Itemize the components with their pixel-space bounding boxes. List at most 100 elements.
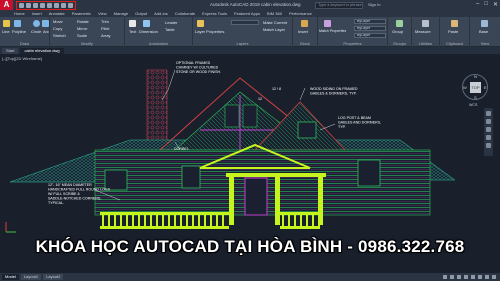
tab-layout2[interactable]: Layout2: [43, 274, 64, 280]
tab-express-tools[interactable]: Express Tools: [202, 11, 227, 16]
tab-output[interactable]: Output: [135, 11, 147, 16]
open-icon[interactable]: [26, 2, 31, 8]
line-button[interactable]: Line: [2, 29, 10, 34]
match-properties-icon[interactable]: [324, 20, 331, 27]
arc-button[interactable]: Arc: [43, 29, 49, 34]
tab-start[interactable]: Start: [2, 47, 19, 54]
tab-collaborate[interactable]: Collaborate: [175, 11, 195, 16]
make-current-button[interactable]: Make Current: [263, 20, 287, 25]
osnap-toggle-icon[interactable]: [471, 275, 475, 279]
match-layer-button[interactable]: Match Layer: [263, 27, 285, 32]
viewport-controls[interactable]: [–][Top][2D Wireframe]: [2, 56, 42, 61]
grid-toggle-icon[interactable]: [443, 275, 447, 279]
tab-manage[interactable]: Manage: [114, 11, 128, 16]
layer-properties-icon[interactable]: [197, 20, 204, 27]
workspace-icon[interactable]: [485, 275, 489, 279]
polar-toggle-icon[interactable]: [464, 275, 468, 279]
base-view-icon[interactable]: [481, 20, 488, 27]
window-title: Autodesk AutoCAD 2019 cabin elevation.dw…: [210, 2, 301, 7]
pan-icon[interactable]: [486, 119, 491, 124]
measure-icon[interactable]: [422, 20, 429, 27]
save-icon[interactable]: [33, 2, 38, 8]
table-button[interactable]: Table: [165, 27, 175, 32]
paste-button[interactable]: Paste: [448, 29, 458, 34]
base-button[interactable]: Base: [479, 29, 488, 34]
save-as-icon[interactable]: [40, 2, 45, 8]
trim-button[interactable]: Trim: [101, 19, 109, 24]
orbit-icon[interactable]: [486, 135, 491, 140]
tab-home[interactable]: Home: [14, 11, 25, 16]
close-button[interactable]: ✕: [493, 1, 498, 8]
linetype-dropdown[interactable]: ByLayer: [354, 26, 386, 31]
ortho-toggle-icon[interactable]: [457, 275, 461, 279]
leader-button[interactable]: Leader: [165, 20, 177, 25]
dimension-icon[interactable]: [143, 20, 150, 27]
text-icon[interactable]: [129, 20, 136, 27]
viewcube[interactable]: TOP N S E W WCS: [462, 74, 488, 107]
insert-block-icon[interactable]: [301, 20, 308, 27]
fillet-button[interactable]: Fillet: [101, 26, 109, 31]
lineweight-dropdown[interactable]: ByLayer: [354, 33, 386, 38]
color-dropdown[interactable]: ByLayer: [354, 19, 386, 24]
maximize-button[interactable]: □: [484, 1, 488, 8]
measure-button[interactable]: Measure: [415, 29, 431, 34]
viewcube-east[interactable]: E: [484, 85, 487, 90]
group-icon[interactable]: [396, 20, 403, 27]
tab-layout1[interactable]: Layout1: [20, 274, 42, 280]
new-icon[interactable]: [19, 2, 24, 8]
move-button[interactable]: Move: [53, 19, 63, 24]
dimension-button[interactable]: Dimension: [139, 29, 158, 34]
minimize-button[interactable]: –: [476, 1, 479, 8]
steering-wheel-icon[interactable]: [486, 111, 491, 116]
left-railing: [100, 212, 229, 229]
match-properties-button[interactable]: Match Properties: [319, 29, 346, 33]
tab-model[interactable]: Model: [2, 274, 19, 280]
showmotion-icon[interactable]: [486, 143, 491, 148]
circle-button[interactable]: Circle: [31, 29, 41, 34]
scale-button[interactable]: Scale: [77, 33, 87, 38]
tab-insert[interactable]: Insert: [32, 11, 42, 16]
zoom-icon[interactable]: [486, 127, 491, 132]
tab-view[interactable]: View: [98, 11, 107, 16]
insert-button[interactable]: Insert: [298, 29, 308, 34]
tab-add-ins[interactable]: Add-ins: [154, 11, 168, 16]
redo-icon[interactable]: [61, 2, 66, 8]
viewcube-south[interactable]: S: [474, 95, 477, 100]
layer-properties-button[interactable]: Layer Properties: [195, 29, 224, 34]
customization-icon[interactable]: [492, 275, 496, 279]
array-button[interactable]: Array: [101, 33, 111, 38]
stretch-button[interactable]: Stretch: [53, 33, 66, 38]
viewcube-west[interactable]: W: [463, 85, 467, 90]
annotation-scale-icon[interactable]: [478, 275, 482, 279]
plot-icon[interactable]: [47, 2, 52, 8]
layer-dropdown[interactable]: [231, 20, 259, 25]
sign-in-link[interactable]: Sign In: [368, 2, 380, 7]
undo-icon[interactable]: [54, 2, 59, 8]
tab-featured-apps[interactable]: Featured Apps: [234, 11, 260, 16]
polyline-icon[interactable]: [14, 20, 21, 27]
circle-icon[interactable]: [33, 20, 40, 27]
wcs-menu[interactable]: WCS: [469, 103, 477, 107]
tab-bim-360[interactable]: BIM 360: [267, 11, 282, 16]
group-button[interactable]: Group: [392, 29, 403, 34]
copy-button[interactable]: Copy: [53, 26, 62, 31]
porch-post-center: [275, 175, 280, 225]
autocad-logo-icon[interactable]: A: [0, 0, 13, 10]
tab-cabin-elevation[interactable]: cabin elevation.dwg: [20, 47, 64, 54]
polyline-button[interactable]: Polyline: [12, 29, 26, 34]
tab-annotate[interactable]: Annotate: [49, 11, 65, 16]
line-icon[interactable]: [3, 20, 10, 27]
arc-icon[interactable]: [42, 20, 49, 27]
rotate-button[interactable]: Rotate: [77, 19, 89, 24]
viewcube-north[interactable]: N: [474, 74, 477, 79]
paste-icon[interactable]: [451, 20, 458, 27]
snap-toggle-icon[interactable]: [450, 275, 454, 279]
center-left-window: [181, 165, 201, 189]
tab-performance[interactable]: Performance: [289, 11, 312, 16]
tab-parametric[interactable]: Parametric: [72, 11, 91, 16]
viewcube-top-face[interactable]: TOP: [470, 82, 481, 93]
text-button[interactable]: Text: [129, 29, 136, 34]
share-icon[interactable]: [68, 2, 73, 8]
search-input[interactable]: Type a keyword or phrase: [315, 1, 363, 9]
mirror-button[interactable]: Mirror: [77, 26, 87, 31]
